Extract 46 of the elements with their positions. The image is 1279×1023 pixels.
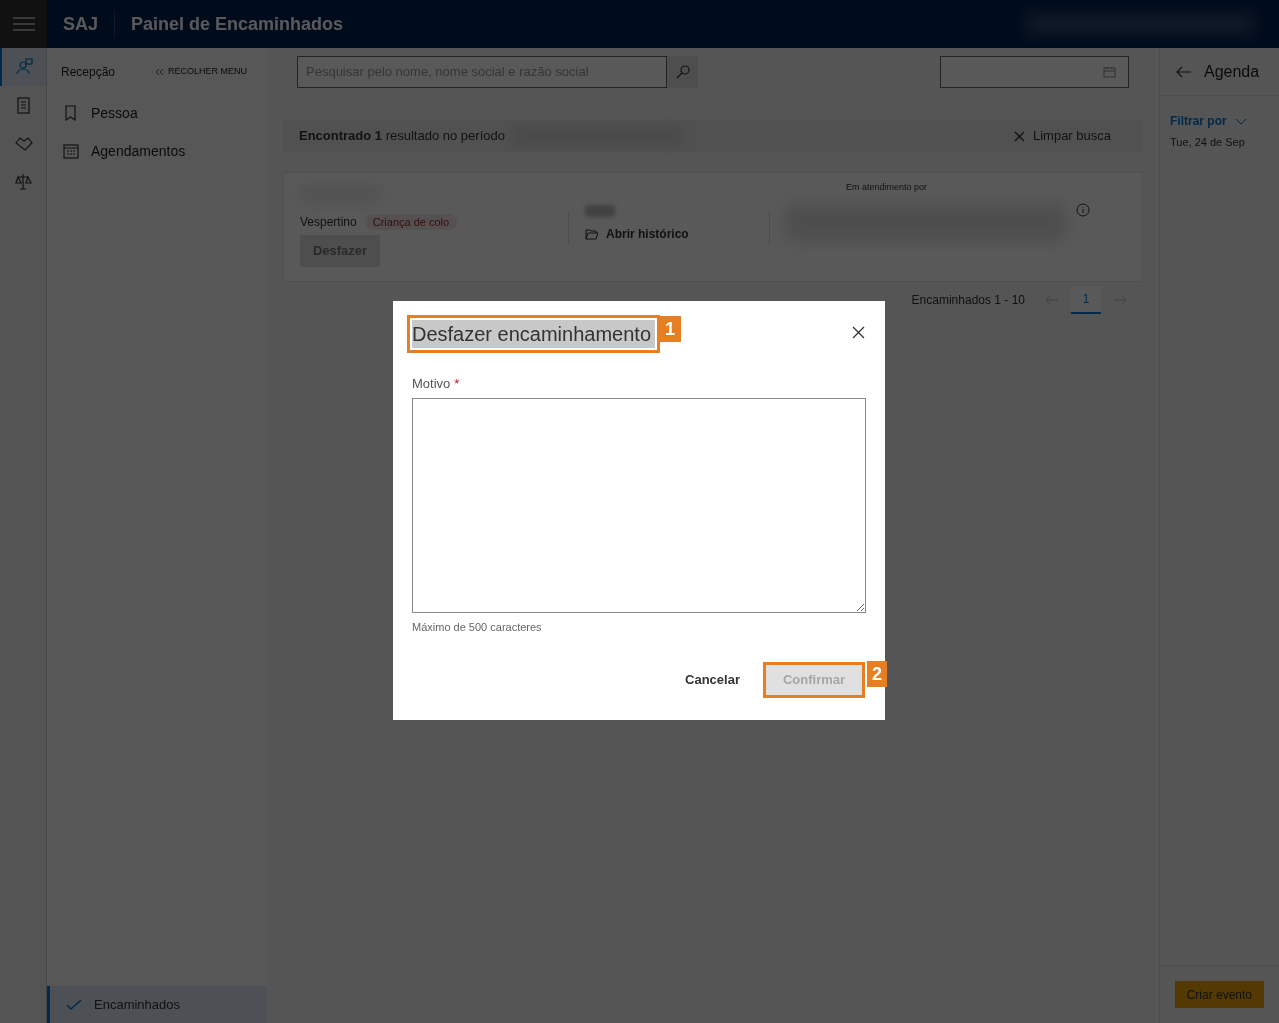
close-icon [1013, 130, 1025, 142]
calendar-icon [1103, 66, 1116, 78]
person-icon [14, 57, 34, 77]
clear-search-button[interactable]: Limpar busca [1013, 126, 1111, 146]
callout-badge: 1 [659, 316, 682, 342]
info-icon [1076, 203, 1090, 217]
menu-button[interactable] [0, 0, 47, 48]
pagination-label: Encaminhados 1 - 10 [911, 292, 1025, 309]
page-title: Painel de Encaminhados [131, 13, 344, 36]
agenda-title: Agenda [1204, 61, 1260, 82]
bookmark-icon [63, 105, 79, 121]
shift-label: Vespertino [300, 214, 357, 231]
results-text: Encontrado 1 resultado no período [299, 127, 505, 146]
menu-item[interactable]: Encaminhados [47, 986, 267, 1023]
create-event-button[interactable]: Criar evento [1174, 981, 1264, 1008]
filter-date: Tue, 24 de Sep [1170, 135, 1246, 150]
filter-dropdown[interactable]: Filtrar por [1170, 112, 1279, 130]
cancel-button[interactable]: Cancelar [685, 670, 740, 690]
check-icon [66, 998, 82, 1011]
field-label: Motivo * [412, 375, 461, 393]
field-hint: Máximo de 500 caracteres [412, 619, 543, 635]
search-icon [675, 65, 690, 79]
callout-badge: 2 [867, 661, 887, 687]
date-range-field[interactable] [940, 56, 1129, 88]
app-logo: SAJ [63, 10, 115, 38]
menu-item[interactable]: Pessoa [47, 94, 267, 132]
menu-title: Recepção [61, 64, 116, 81]
attending-label: Em atendimento por [846, 181, 928, 194]
close-icon [851, 325, 865, 339]
double-chevron-icon [155, 68, 164, 76]
close-button[interactable] [850, 324, 866, 340]
scales-icon [13, 171, 33, 191]
menu-item[interactable]: Agendamentos [47, 132, 267, 170]
chevron-down-icon [1234, 117, 1247, 125]
calendar-icon [63, 143, 79, 159]
search-button[interactable] [667, 56, 698, 88]
open-history-link[interactable]: Abrir histórico [585, 225, 769, 243]
rail-item[interactable] [0, 48, 46, 86]
menu-icon [12, 17, 35, 31]
collapse-menu-button[interactable]: RECOLHER MENU [155, 65, 247, 79]
back-arrow-icon [1176, 65, 1192, 78]
page-button[interactable]: 1 [1071, 286, 1101, 314]
reason-field[interactable] [412, 397, 866, 613]
tag: Criança de colo [364, 213, 458, 231]
folder-icon [585, 228, 598, 240]
required-asterisk: * [454, 376, 460, 391]
